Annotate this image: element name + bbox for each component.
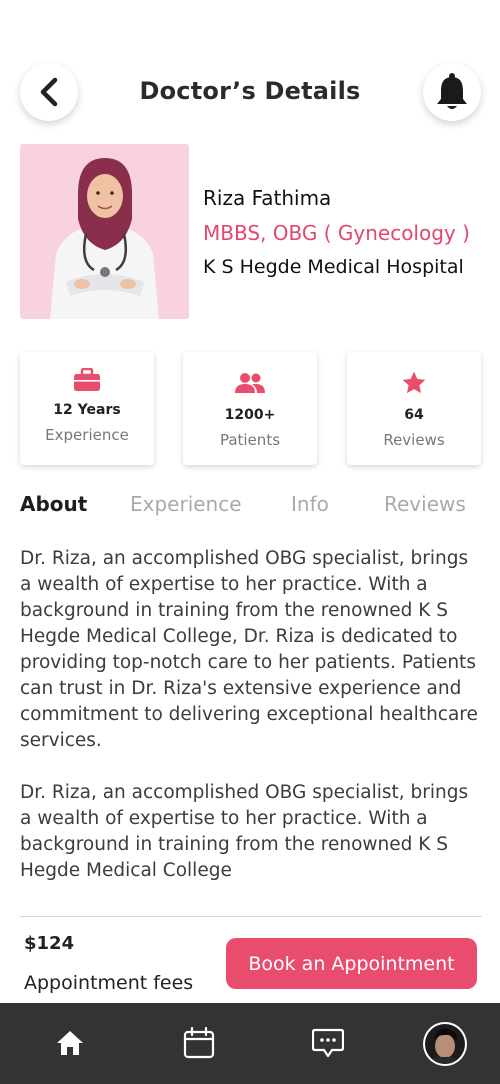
star-icon (402, 371, 426, 394)
stat-value: 64 (404, 407, 424, 423)
calendar-icon (183, 1027, 215, 1059)
stat-card-patients: 1200+ Patients (183, 352, 317, 465)
stat-card-reviews: 64 Reviews (347, 352, 481, 465)
header: Doctor’s Details (0, 63, 500, 123)
stat-value: 12 Years (53, 402, 121, 418)
stat-card-experience: 12 Years Experience (20, 352, 154, 465)
appointment-fee: $124 (24, 933, 75, 954)
doctor-profile: Riza Fathima MBBS, OBG ( Gynecology ) K … (20, 144, 480, 320)
stat-label: Patients (219, 431, 281, 449)
about-paragraph: Dr. Riza, an accomplished OBG specialist… (20, 782, 469, 881)
stat-label: Reviews (383, 431, 445, 449)
nav-calendar[interactable] (179, 1023, 219, 1063)
doctor-hospital: K S Hegde Medical Hospital (203, 256, 464, 278)
doctor-photo (20, 144, 189, 319)
doctor-degree: MBBS, OBG ( Gynecology ) (203, 221, 470, 245)
nav-messages[interactable] (308, 1023, 348, 1063)
users-icon (235, 373, 265, 393)
briefcase-icon (74, 368, 100, 391)
stat-value: 1200+ (224, 407, 276, 423)
doctor-name: Riza Fathima (203, 186, 332, 210)
notifications-button[interactable] (423, 63, 481, 121)
home-icon (57, 1031, 83, 1055)
tab-info[interactable]: Info (291, 492, 329, 516)
detail-tabs: About Experience Info Reviews (20, 492, 480, 520)
stats-row: 12 Years Experience 1200+ Patients 64 Re… (20, 352, 481, 466)
profile-avatar[interactable] (423, 1022, 467, 1066)
book-appointment-button[interactable]: Book an Appointment (226, 938, 477, 989)
divider (20, 916, 482, 917)
bell-icon (437, 73, 467, 109)
tab-reviews[interactable]: Reviews (384, 492, 466, 516)
appointment-fee-label: Appointment fees (24, 972, 194, 994)
user-avatar-icon (425, 1024, 465, 1064)
nav-home[interactable] (50, 1023, 90, 1063)
bottom-navbar (0, 1003, 500, 1084)
stat-label: Experience (45, 426, 129, 444)
tab-about[interactable]: About (20, 492, 87, 516)
tab-experience[interactable]: Experience (130, 492, 242, 516)
about-section: Dr. Riza, an accomplished OBG specialist… (20, 546, 482, 884)
about-paragraph: Dr. Riza, an accomplished OBG specialist… (20, 548, 478, 751)
chat-icon (312, 1028, 344, 1058)
